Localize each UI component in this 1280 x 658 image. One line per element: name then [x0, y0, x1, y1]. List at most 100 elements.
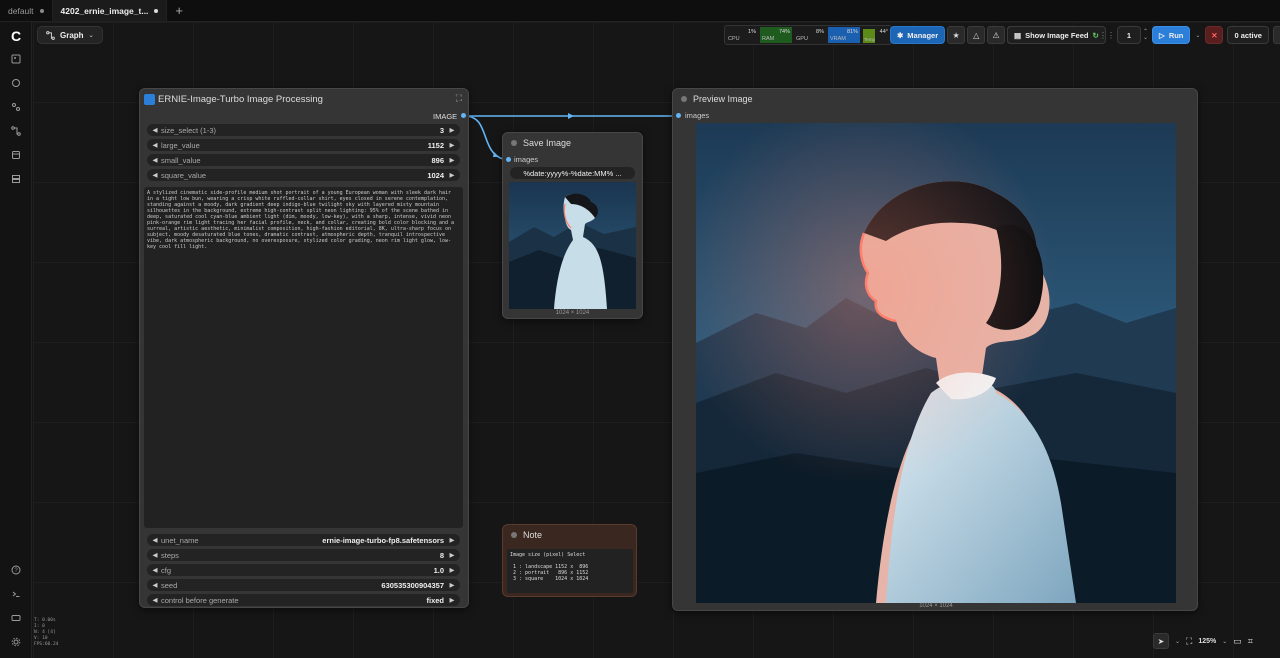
- decrement-icon[interactable]: ◀: [151, 551, 159, 559]
- manager-button[interactable]: ✱ Manager: [890, 26, 946, 44]
- decrement-icon[interactable]: ◀: [151, 171, 159, 179]
- cancel-button[interactable]: ✕: [1205, 26, 1224, 44]
- size-select-widget[interactable]: ◀ size_select (1-3) 3 ▶: [147, 124, 460, 136]
- images-input-port[interactable]: [676, 113, 681, 118]
- unet-name-widget[interactable]: ◀ unet_name ernie-image-turbo-fp8.safetens…: [147, 534, 460, 546]
- graph-label: Graph: [60, 30, 84, 40]
- preview-image[interactable]: [696, 123, 1176, 603]
- node-title: Preview Image: [693, 94, 753, 104]
- decrement-icon[interactable]: ◀: [151, 596, 159, 604]
- increment-icon[interactable]: ▶: [448, 126, 456, 134]
- images-input-port[interactable]: [506, 157, 511, 162]
- star-icon[interactable]: ★: [947, 26, 966, 44]
- prompt-textarea[interactable]: A stylized cinematic side-profile medium…: [144, 187, 463, 528]
- small-value-widget[interactable]: ◀ small_value 896 ▶: [147, 154, 460, 166]
- queue-count-input[interactable]: 1: [1117, 26, 1141, 44]
- render-stat-line: FPS:60.24: [34, 642, 59, 647]
- images-input-label: images: [514, 155, 539, 164]
- warning-icon[interactable]: ⚠: [987, 26, 1006, 44]
- widget-value: 8: [439, 550, 444, 560]
- node-header[interactable]: Save Image: [503, 133, 642, 153]
- link-arrow-icon: [493, 152, 499, 157]
- increment-icon[interactable]: ▶: [448, 596, 456, 604]
- steps-widget[interactable]: ◀ steps 8 ▶: [147, 549, 460, 561]
- run-button[interactable]: ▷ Run: [1152, 26, 1191, 44]
- decrement-icon[interactable]: ◀: [151, 536, 159, 544]
- decrement-icon[interactable]: ◀: [151, 566, 159, 574]
- ram-value: 74%: [778, 29, 790, 35]
- show-feed-label: Show Image Feed: [1025, 30, 1089, 40]
- control-before-generate-widget[interactable]: ◀ control before generate fixed ▶: [147, 594, 460, 606]
- save-image-thumbnail[interactable]: [509, 182, 636, 309]
- note-text[interactable]: Image size (pixel) Select 1 : landscape …: [507, 549, 633, 593]
- seed-widget[interactable]: ◀ seed 630535300904357 ▶: [147, 579, 460, 591]
- chevron-down-icon: ⌄: [88, 32, 94, 39]
- zoom-level[interactable]: 125%: [1198, 638, 1216, 645]
- increment-icon[interactable]: ▶: [448, 566, 456, 574]
- cpu-value: 1%: [748, 29, 756, 35]
- image-feed-icon: ▤: [1014, 30, 1022, 40]
- node-header[interactable]: Preview Image: [673, 89, 1197, 109]
- vram-stat: 81% VRAM: [828, 27, 860, 43]
- gpu-label: GPU: [796, 36, 808, 42]
- widget-value: 1152: [427, 140, 444, 150]
- graph-mode-button[interactable]: Graph ⌄: [37, 26, 103, 44]
- queue-stepper[interactable]: ⌃ ⌄: [1143, 29, 1148, 41]
- increment-icon[interactable]: ▶: [448, 581, 456, 589]
- decrement-icon[interactable]: ◀: [151, 581, 159, 589]
- widget-label: size_select (1-3): [161, 125, 217, 135]
- increment-icon[interactable]: ▶: [448, 156, 456, 164]
- minimap-icon[interactable]: ▭: [1233, 636, 1242, 647]
- ram-stat: 74% RAM: [760, 27, 792, 43]
- cfg-widget[interactable]: ◀ cfg 1.0 ▶: [147, 564, 460, 576]
- collapse-dot-icon[interactable]: [511, 140, 517, 146]
- chevron-down-icon[interactable]: ⌄: [1222, 638, 1227, 645]
- widget-value: 3: [439, 125, 444, 135]
- increment-icon[interactable]: ▶: [448, 536, 456, 544]
- preview-image-caption: 1024 × 1024: [919, 603, 953, 609]
- decrement-icon[interactable]: ◀: [151, 156, 159, 164]
- widget-label: square_value: [161, 170, 207, 180]
- collapse-dot-icon[interactable]: [681, 96, 687, 102]
- close-icon: ✕: [1211, 30, 1218, 40]
- widget-value: fixed: [426, 595, 444, 605]
- puzzle-icon: ✱: [897, 30, 904, 40]
- cpu-label: CPU: [728, 36, 740, 42]
- node-header[interactable]: Note: [503, 525, 636, 545]
- top-toolbar: ✱ Manager ★ △ ⚠ ↗: [890, 26, 1026, 44]
- app-window: default 4202_ernie_image_t... + C ? Grap…: [0, 0, 1280, 658]
- widget-value: ernie-image-turbo-fp8.safetensors: [322, 535, 444, 545]
- feed-toolbar: ▤ Show Image Feed ↻: [1007, 26, 1106, 44]
- show-image-feed-button[interactable]: ▤ Show Image Feed ↻: [1007, 26, 1106, 44]
- node-header[interactable]: ERNIE-Image-Turbo Image Processing: [140, 89, 468, 109]
- increment-icon[interactable]: ▶: [448, 171, 456, 179]
- render-stats: T: 0.00s I: 0 N: 4 [4] V: 10 FPS:60.24: [34, 618, 58, 648]
- node-title: Save Image: [523, 138, 572, 148]
- widget-label: seed: [161, 580, 178, 590]
- drag-handle-icon[interactable]: ⋮⋮: [1099, 31, 1115, 40]
- widget-value: 630535300904357: [381, 580, 444, 590]
- gpu-stat: 8% GPU: [794, 27, 826, 43]
- chevron-down-icon[interactable]: ⌄: [1175, 638, 1180, 645]
- run-options-chevron-icon[interactable]: ⌄: [1192, 32, 1203, 39]
- widget-value: 1024: [427, 170, 444, 180]
- fit-view-icon[interactable]: ⛶: [1186, 636, 1192, 647]
- triangle-icon[interactable]: △: [967, 26, 986, 44]
- widget-label: steps: [161, 550, 179, 560]
- image-output-port[interactable]: [461, 113, 466, 118]
- large-value-widget[interactable]: ◀ large_value 1152 ▶: [147, 139, 460, 151]
- increment-icon[interactable]: ▶: [448, 551, 456, 559]
- link-visibility-icon[interactable]: ⌗: [1248, 636, 1253, 647]
- temp-label: Temp: [864, 37, 876, 42]
- panel-toggle-icon[interactable]: ▯: [1272, 26, 1280, 44]
- collapse-dot-icon[interactable]: [511, 532, 517, 538]
- decrement-icon[interactable]: ◀: [151, 141, 159, 149]
- decrement-icon[interactable]: ◀: [151, 126, 159, 134]
- active-queue-button[interactable]: 0 active: [1227, 26, 1269, 44]
- increment-icon[interactable]: ▶: [448, 141, 456, 149]
- filename-prefix-widget[interactable]: %date:yyyy%-%date:MM% ...: [510, 167, 635, 179]
- ram-label: RAM: [762, 36, 775, 42]
- expand-icon[interactable]: ⛶: [456, 93, 462, 104]
- select-pointer-icon[interactable]: ➤: [1153, 633, 1169, 649]
- square-value-widget[interactable]: ◀ square_value 1024 ▶: [147, 169, 460, 181]
